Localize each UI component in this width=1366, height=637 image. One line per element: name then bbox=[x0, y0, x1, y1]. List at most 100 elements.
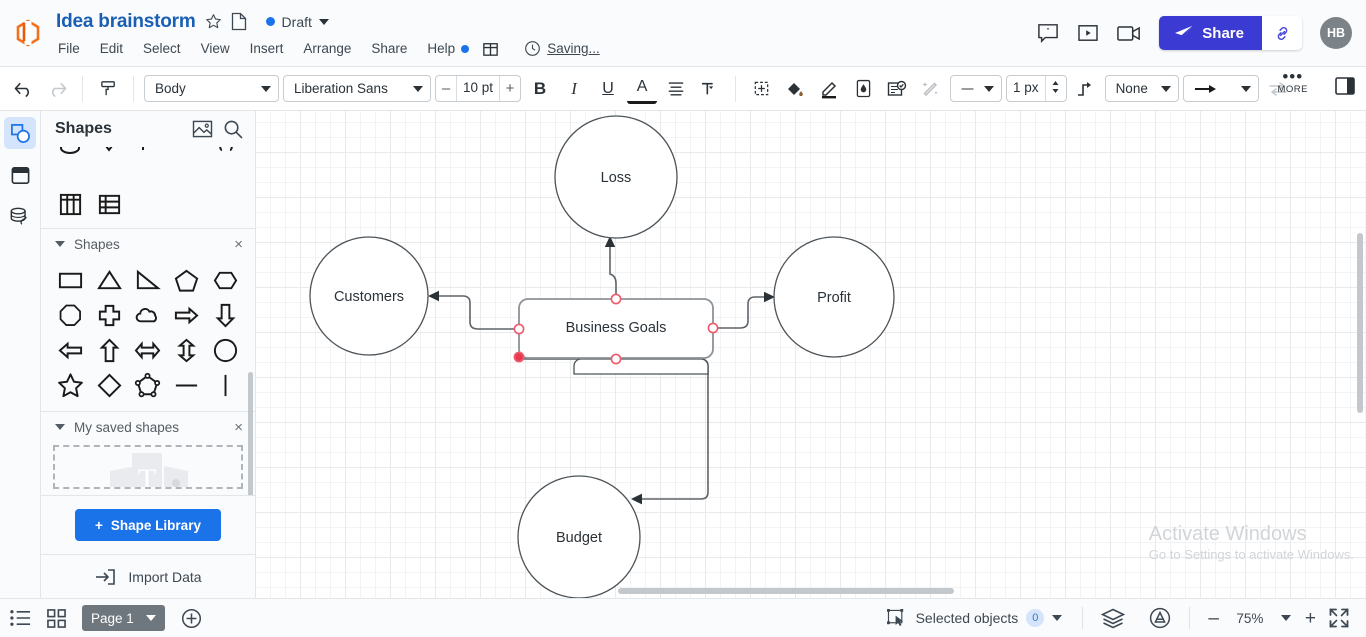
right-panel-toggle-icon[interactable] bbox=[1334, 75, 1356, 102]
more-options-button[interactable]: ••• MORE bbox=[1278, 68, 1309, 95]
close-icon[interactable]: × bbox=[234, 420, 243, 435]
rail-shapes-icon[interactable] bbox=[4, 117, 36, 149]
shape-right-arrow-icon[interactable] bbox=[167, 298, 206, 333]
zoom-out-button[interactable]: – bbox=[1208, 609, 1219, 628]
layers-icon[interactable] bbox=[1089, 608, 1137, 629]
shape-library-button[interactable]: + Shape Library bbox=[75, 509, 221, 541]
font-size-value[interactable]: 10 pt bbox=[456, 76, 501, 101]
line-width-spin[interactable] bbox=[1046, 79, 1066, 99]
italic-button[interactable]: I bbox=[559, 74, 589, 104]
shape-vertical-line-icon[interactable] bbox=[206, 368, 245, 403]
share-button[interactable]: Share bbox=[1159, 16, 1262, 50]
diagram-canvas[interactable]: Loss Customers Profit Budget Business Go… bbox=[256, 111, 1366, 598]
app-logo-icon[interactable] bbox=[0, 0, 56, 66]
image-icon[interactable] bbox=[192, 120, 213, 138]
shape-brackets-icon[interactable] bbox=[206, 147, 245, 164]
canvas-vertical-scrollbar[interactable] bbox=[1357, 233, 1363, 413]
shape-hexagon-icon[interactable] bbox=[206, 263, 245, 298]
shape-pentagon-icon[interactable] bbox=[167, 263, 206, 298]
font-size-decrease[interactable]: – bbox=[436, 80, 456, 97]
zoom-level[interactable]: 75% bbox=[1233, 611, 1267, 626]
menu-item-select[interactable]: Select bbox=[133, 38, 191, 59]
grid-view-icon[interactable] bbox=[47, 608, 66, 628]
shape-chevron-icon[interactable] bbox=[90, 147, 129, 164]
comment-icon[interactable]: ” bbox=[1037, 23, 1059, 43]
font-family-dropdown[interactable]: Liberation Sans bbox=[283, 75, 431, 102]
text-style-dropdown[interactable]: Body bbox=[144, 75, 279, 102]
zoom-in-button[interactable]: + bbox=[1305, 609, 1316, 628]
shape-left-arrow-icon[interactable] bbox=[51, 333, 90, 368]
menu-item-arrange[interactable]: Arrange bbox=[293, 38, 361, 59]
shape-table-columns-icon[interactable] bbox=[51, 187, 90, 222]
user-avatar[interactable]: HB bbox=[1320, 17, 1352, 49]
star-icon[interactable] bbox=[205, 13, 222, 30]
canvas-horizontal-scrollbar[interactable] bbox=[618, 588, 954, 594]
rail-templates-icon[interactable] bbox=[4, 159, 36, 191]
shape-options-icon[interactable] bbox=[746, 74, 776, 104]
outline-view-icon[interactable] bbox=[10, 609, 31, 627]
menu-item-file[interactable]: File bbox=[56, 38, 90, 59]
menu-item-share[interactable]: Share bbox=[361, 38, 417, 59]
saving-status[interactable]: Saving... bbox=[524, 40, 600, 57]
line-jump-icon[interactable] bbox=[1071, 74, 1101, 104]
document-page-icon[interactable] bbox=[231, 12, 247, 31]
font-size-increase[interactable]: + bbox=[500, 80, 520, 97]
format-painter-icon[interactable] bbox=[93, 74, 123, 104]
panel-scrollbar[interactable] bbox=[248, 372, 253, 495]
add-page-button[interactable] bbox=[181, 608, 202, 629]
bold-button[interactable]: B bbox=[525, 74, 555, 104]
collapse-triangle-icon[interactable] bbox=[55, 241, 65, 247]
shape-table-rows-icon[interactable] bbox=[90, 187, 129, 222]
fit-to-screen-icon[interactable] bbox=[1328, 607, 1356, 629]
shape-double-arrow-vertical-icon[interactable] bbox=[167, 333, 206, 368]
text-options-icon[interactable] bbox=[695, 74, 725, 104]
close-icon[interactable]: × bbox=[234, 237, 243, 252]
shape-star-icon[interactable] bbox=[51, 368, 90, 403]
shape-dash-icon[interactable] bbox=[167, 147, 206, 164]
undo-icon[interactable] bbox=[8, 74, 38, 104]
line-end-dropdown[interactable] bbox=[1182, 75, 1259, 102]
shape-delay-icon[interactable] bbox=[51, 147, 90, 164]
import-data-button[interactable]: Import Data bbox=[41, 554, 255, 598]
line-start-dropdown[interactable]: None bbox=[1104, 75, 1179, 102]
shape-pentagon-nodes-icon[interactable] bbox=[129, 368, 168, 403]
fill-color-icon[interactable] bbox=[780, 74, 810, 104]
shape-cloud-icon[interactable] bbox=[129, 298, 168, 333]
underline-button[interactable]: U bbox=[593, 74, 623, 104]
opacity-icon[interactable] bbox=[848, 74, 878, 104]
rail-data-icon[interactable] bbox=[4, 201, 36, 233]
shape-cross-icon[interactable] bbox=[90, 298, 129, 333]
menu-item-help[interactable]: Help bbox=[417, 38, 465, 59]
shape-up-arrow-icon[interactable] bbox=[90, 333, 129, 368]
font-color-button[interactable]: A bbox=[627, 74, 658, 104]
copy-link-button[interactable] bbox=[1262, 16, 1302, 50]
line-width-stepper[interactable]: 1 px bbox=[1006, 75, 1067, 102]
shape-right-triangle-icon[interactable] bbox=[129, 263, 168, 298]
line-width-value[interactable]: 1 px bbox=[1007, 76, 1046, 101]
page-selector[interactable]: Page 1 bbox=[82, 605, 165, 631]
chevron-down-icon[interactable] bbox=[1280, 615, 1291, 621]
font-size-stepper[interactable]: – 10 pt + bbox=[435, 75, 522, 102]
collapse-triangle-icon[interactable] bbox=[55, 424, 65, 430]
menu-item-insert[interactable]: Insert bbox=[240, 38, 294, 59]
document-title[interactable]: Idea brainstorm bbox=[56, 11, 196, 33]
document-status-dropdown[interactable]: Draft bbox=[265, 14, 329, 30]
search-icon[interactable] bbox=[223, 119, 243, 139]
saved-shapes-dropzone[interactable]: T bbox=[53, 445, 243, 489]
shape-double-arrow-horizontal-icon[interactable] bbox=[129, 333, 168, 368]
note-check-icon[interactable] bbox=[882, 74, 912, 104]
video-call-icon[interactable] bbox=[1117, 25, 1141, 42]
menu-item-edit[interactable]: Edit bbox=[90, 38, 133, 59]
shape-rectangle-icon[interactable] bbox=[51, 263, 90, 298]
shape-octagon-icon[interactable] bbox=[51, 298, 90, 333]
shape-horizontal-line-icon[interactable] bbox=[167, 368, 206, 403]
gift-icon[interactable] bbox=[481, 39, 500, 58]
line-color-icon[interactable] bbox=[814, 74, 844, 104]
redo-icon[interactable] bbox=[42, 74, 72, 104]
shape-down-arrow-icon[interactable] bbox=[206, 298, 245, 333]
accessibility-icon[interactable] bbox=[1137, 607, 1183, 629]
magic-wand-icon[interactable] bbox=[916, 74, 946, 104]
selected-objects-dropdown[interactable]: Selected objects 0 bbox=[873, 608, 1077, 628]
shape-triangle-icon[interactable] bbox=[90, 263, 129, 298]
shape-diamond-icon[interactable] bbox=[90, 368, 129, 403]
